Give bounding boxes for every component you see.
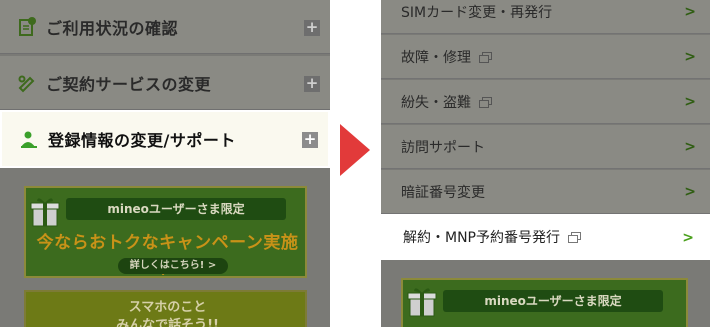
submenu-item-label: 紛失・盗難 — [401, 94, 471, 111]
community-banner[interactable]: スマホのこと みんなで話そう!! — [24, 290, 307, 327]
chevron-right-icon: > — [684, 184, 696, 200]
pencil-icon — [16, 72, 38, 94]
external-window-icon — [479, 51, 492, 63]
submenu-item-loss-theft[interactable]: 紛失・盗難 > — [381, 80, 710, 124]
banner-cta-button[interactable]: 詳しくはこちら! > — [118, 258, 228, 274]
external-window-icon — [479, 96, 492, 108]
external-window-icon — [568, 232, 581, 243]
transition-arrow-icon — [340, 124, 370, 176]
right-screenshot-panel: SIMカード変更・再発行 > 故障・修理 > 紛失・盗難 > 訪問サポート > … — [381, 0, 710, 327]
banner-ribbon: mineoユーザーさま限定 — [443, 290, 663, 312]
submenu-item-label: 故障・修理 — [401, 49, 471, 66]
banner-ribbon: mineoユーザーさま限定 — [66, 198, 286, 220]
submenu-item-label: 解約・MNP予約番号発行 — [403, 230, 560, 246]
menu-item-label: 登録情報の変更/サポート — [48, 131, 236, 150]
left-screenshot-panel: ご利用状況の確認 + ご契約サービスの変更 + 登録情報の変更/サポート + m… — [0, 0, 330, 327]
plus-icon[interactable]: + — [304, 76, 320, 92]
clipboard-check-icon — [16, 16, 38, 38]
gift-box-icon — [405, 284, 439, 318]
submenu-item-pin-change[interactable]: 暗証番号変更 > — [381, 170, 710, 214]
campaign-banner[interactable]: mineoユーザーさま限定 今ならおトクなキャンペーン実施中! 詳しくはこちら!… — [24, 186, 307, 278]
submenu-item-label: 暗証番号変更 — [401, 184, 485, 201]
chevron-right-icon: > — [684, 139, 696, 155]
menu-item-usage-status[interactable]: ご利用状況の確認 + — [0, 0, 330, 54]
menu-item-registration-support[interactable]: 登録情報の変更/サポート + — [0, 110, 330, 168]
plus-icon[interactable]: + — [304, 20, 320, 36]
submenu-item-label: SIMカード変更・再発行 — [401, 4, 553, 21]
gift-box-icon — [28, 194, 62, 228]
chevron-right-icon: > — [684, 94, 696, 110]
user-edit-icon — [18, 128, 40, 150]
menu-item-label: ご契約サービスの変更 — [46, 74, 212, 94]
submenu-item-sim-change[interactable]: SIMカード変更・再発行 > — [381, 0, 710, 34]
submenu-item-repair[interactable]: 故障・修理 > — [381, 35, 710, 79]
campaign-banner[interactable]: mineoユーザーさま限定 — [401, 278, 688, 327]
banner-line: スマホのこと — [128, 300, 207, 315]
chevron-right-icon: > — [684, 4, 696, 20]
chevron-right-icon: > — [682, 230, 694, 246]
submenu-item-cancel-mnp[interactable]: 解約・MNP予約番号発行 > — [381, 214, 710, 260]
submenu-item-visit-support[interactable]: 訪問サポート > — [381, 125, 710, 169]
menu-item-label: ご利用状況の確認 — [46, 18, 179, 38]
menu-item-service-change[interactable]: ご契約サービスの変更 + — [0, 56, 330, 110]
plus-icon[interactable]: + — [302, 132, 318, 148]
banner-line: みんなで話そう!! — [116, 318, 219, 327]
submenu-item-label: 訪問サポート — [401, 139, 485, 156]
chevron-right-icon: > — [684, 49, 696, 65]
